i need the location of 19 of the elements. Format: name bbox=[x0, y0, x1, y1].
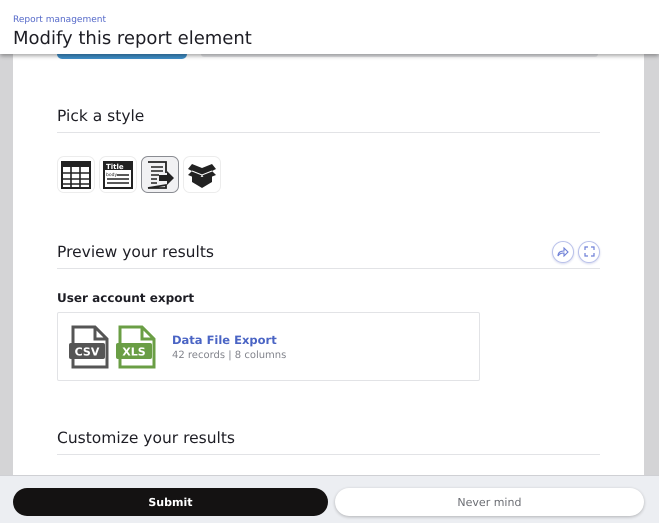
fullscreen-button[interactable] bbox=[578, 240, 600, 262]
file-name[interactable]: Data File Export bbox=[172, 332, 286, 346]
csv-file-icon: CSV bbox=[69, 324, 111, 368]
fullscreen-icon bbox=[584, 246, 594, 257]
document-arrow-icon bbox=[145, 160, 175, 190]
xls-file-icon: XLS bbox=[116, 324, 158, 368]
preview-label: User account export bbox=[57, 291, 194, 305]
submit-button[interactable]: Submit bbox=[13, 488, 328, 516]
section-title: Customize your results bbox=[57, 428, 235, 446]
style-option[interactable] bbox=[141, 156, 179, 193]
section-title: Preview your results bbox=[57, 242, 214, 260]
section-title: Pick a style bbox=[57, 106, 144, 124]
page-title: Modify this report element bbox=[13, 28, 252, 49]
table-icon bbox=[61, 160, 91, 190]
share-icon bbox=[557, 246, 569, 256]
file-details: 42 records | 8 columns bbox=[172, 350, 286, 360]
breadcrumb[interactable]: Report management bbox=[13, 15, 106, 25]
share-button[interactable] bbox=[552, 240, 574, 262]
cancel-button[interactable]: Never mind bbox=[334, 488, 644, 516]
